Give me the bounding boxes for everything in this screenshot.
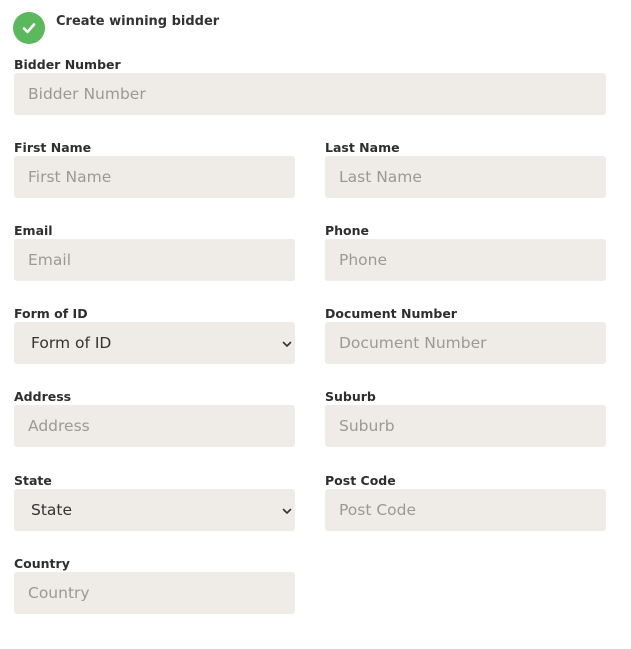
post-code-input[interactable]: [325, 489, 606, 531]
first-name-input[interactable]: [14, 156, 295, 198]
bidder-number-label: Bidder Number: [14, 57, 121, 72]
form-title: Create winning bidder: [56, 13, 220, 29]
country-input[interactable]: [14, 572, 295, 614]
suburb-input[interactable]: [325, 405, 606, 447]
address-group: Address: [14, 388, 295, 447]
check-icon: [13, 12, 45, 44]
last-name-group: Last Name: [325, 139, 606, 198]
post-code-label: Post Code: [325, 473, 396, 488]
document-number-group: Document Number: [325, 305, 606, 364]
country-label: Country: [14, 556, 70, 571]
form-of-id-group: Form of ID Form of ID: [14, 305, 295, 364]
state-select[interactable]: State: [14, 489, 295, 531]
bidder-number-group: Bidder Number: [14, 56, 606, 115]
address-label: Address: [14, 389, 72, 404]
last-name-label: Last Name: [325, 140, 400, 155]
phone-input[interactable]: [325, 239, 606, 281]
address-input[interactable]: [14, 405, 295, 447]
first-name-label: First Name: [14, 140, 92, 155]
country-group: Country: [14, 555, 295, 614]
document-number-input[interactable]: [325, 322, 606, 364]
bidder-number-input[interactable]: [14, 73, 606, 115]
email-group: Email: [14, 222, 295, 281]
state-label: State: [14, 473, 52, 488]
phone-group: Phone: [325, 222, 606, 281]
first-name-group: First Name: [14, 139, 295, 198]
form-of-id-select[interactable]: Form of ID: [14, 322, 295, 364]
suburb-label: Suburb: [325, 389, 376, 404]
state-group: State State: [14, 472, 295, 531]
document-number-label: Document Number: [325, 306, 457, 321]
phone-label: Phone: [325, 223, 370, 238]
form-of-id-label: Form of ID: [14, 306, 88, 321]
suburb-group: Suburb: [325, 388, 606, 447]
last-name-input[interactable]: [325, 156, 606, 198]
post-code-group: Post Code: [325, 472, 606, 531]
form-header: Create winning bidder: [13, 12, 219, 44]
email-label: Email: [14, 223, 53, 238]
email-input[interactable]: [14, 239, 295, 281]
